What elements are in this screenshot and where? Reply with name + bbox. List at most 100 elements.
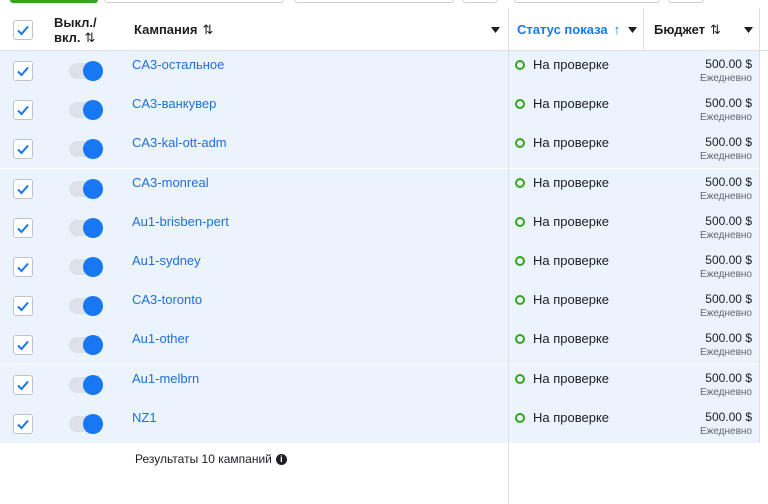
- row-checkbox[interactable]: [13, 179, 33, 199]
- toolbar-control-fragment[interactable]: [462, 0, 498, 3]
- campaigns-table: Выкл./ вкл. ⇅ Кампания ⇅ Статус показа ↑…: [0, 8, 768, 504]
- row-checkbox[interactable]: [13, 414, 33, 434]
- sort-icon: ⇅: [84, 29, 96, 45]
- table-row[interactable]: CA3-monreal На проверке 500.00 $ Ежеднев…: [0, 169, 768, 208]
- campaign-name-link[interactable]: Au1-brisben-pert: [132, 214, 229, 229]
- toggle-column-label-2: вкл.: [54, 29, 81, 45]
- row-checkbox[interactable]: [13, 218, 33, 238]
- table-row[interactable]: CA3-kal-ott-adm На проверке 500.00 $ Еже…: [0, 129, 768, 168]
- delivery-status: На проверке: [515, 135, 609, 150]
- budget-cell[interactable]: 500.00 $ Ежедневно: [700, 371, 752, 398]
- status-dot-icon: [515, 412, 525, 423]
- status-dot-icon: [515, 59, 525, 70]
- campaign-name-link[interactable]: Au1-other: [132, 331, 189, 346]
- budget-period: Ежедневно: [699, 112, 752, 123]
- budget-period: Ежедневно: [699, 308, 752, 319]
- status-column-header[interactable]: Статус показа ↑: [517, 8, 620, 51]
- check-icon: [17, 105, 29, 116]
- budget-column-label: Бюджет: [654, 22, 705, 37]
- caret-down-icon: [628, 26, 637, 33]
- table-row[interactable]: Au1-other На проверке 500.00 $ Ежедневно: [0, 325, 768, 364]
- campaign-name-link[interactable]: CA3-kal-ott-adm: [132, 135, 227, 150]
- toggle-knob: [83, 375, 103, 395]
- campaign-name-link[interactable]: CA3-monreal: [132, 175, 209, 190]
- budget-cell[interactable]: 500.00 $ Ежедневно: [700, 331, 752, 358]
- toggle-knob: [83, 296, 103, 316]
- table-row[interactable]: Au1-melbrn На проверке 500.00 $ Ежедневн…: [0, 365, 768, 404]
- budget-period: Ежедневно: [699, 73, 752, 84]
- budget-cell[interactable]: 500.00 $ Ежедневно: [700, 410, 752, 437]
- row-checkbox[interactable]: [13, 100, 33, 120]
- column-divider: [643, 8, 644, 51]
- budget-period: Ежедневно: [699, 426, 752, 437]
- status-column-menu[interactable]: [628, 8, 637, 51]
- campaign-name-link[interactable]: CA3-остальное: [132, 57, 224, 72]
- campaign-toggle[interactable]: [69, 139, 103, 159]
- budget-cell[interactable]: 500.00 $ Ежедневно: [700, 57, 752, 84]
- budget-column-menu[interactable]: [744, 8, 753, 51]
- select-all-checkbox[interactable]: [13, 19, 33, 40]
- toolbar-control-fragment[interactable]: [514, 0, 660, 3]
- row-checkbox[interactable]: [13, 61, 33, 81]
- budget-period: Ежедневно: [699, 347, 752, 358]
- budget-period: Ежедневно: [699, 191, 752, 202]
- toolbar-control-fragment[interactable]: [294, 0, 454, 3]
- row-checkbox[interactable]: [13, 335, 33, 355]
- campaign-column-header[interactable]: Кампания ⇅: [134, 8, 213, 51]
- campaign-toggle[interactable]: [69, 179, 103, 199]
- toolbar-fragment: [0, 0, 768, 4]
- campaign-toggle[interactable]: [69, 257, 103, 277]
- budget-cell[interactable]: 500.00 $ Ежедневно: [700, 135, 752, 162]
- create-button-fragment[interactable]: [10, 0, 98, 3]
- budget-period: Ежедневно: [699, 151, 752, 162]
- status-dot-icon: [515, 177, 525, 188]
- budget-cell[interactable]: 500.00 $ Ежедневно: [700, 253, 752, 280]
- row-checkbox[interactable]: [13, 375, 33, 395]
- select-all-cell: [13, 8, 33, 51]
- column-divider: [759, 8, 760, 443]
- row-checkbox[interactable]: [13, 257, 33, 277]
- budget-cell[interactable]: 500.00 $ Ежедневно: [700, 292, 752, 319]
- campaign-toggle[interactable]: [69, 218, 103, 238]
- campaign-name-link[interactable]: CA3-toronto: [132, 292, 202, 307]
- campaign-toggle[interactable]: [69, 414, 103, 434]
- delivery-status: На проверке: [515, 410, 609, 425]
- campaign-toggle[interactable]: [69, 335, 103, 355]
- budget-cell[interactable]: 500.00 $ Ежедневно: [700, 96, 752, 123]
- campaign-toggle[interactable]: [69, 375, 103, 395]
- campaign-toggle[interactable]: [69, 100, 103, 120]
- campaign-name-link[interactable]: CA3-ванкувер: [132, 96, 216, 111]
- table-row[interactable]: CA3-ванкувер На проверке 500.00 $ Ежедне…: [0, 90, 768, 129]
- toggle-knob: [83, 257, 103, 277]
- info-icon[interactable]: i: [275, 453, 287, 465]
- table-row[interactable]: CA3-остальное На проверке 500.00 $ Ежедн…: [0, 51, 768, 90]
- campaign-toggle[interactable]: [69, 61, 103, 81]
- row-checkbox[interactable]: [13, 139, 33, 159]
- row-checkbox[interactable]: [13, 296, 33, 316]
- table-row[interactable]: NZ1 На проверке 500.00 $ Ежедневно: [0, 404, 768, 443]
- campaign-name-link[interactable]: Au1-melbrn: [132, 371, 199, 386]
- toolbar-control-fragment[interactable]: [668, 0, 704, 3]
- status-text: На проверке: [533, 214, 610, 229]
- campaign-name-link[interactable]: NZ1: [132, 410, 157, 425]
- status-column-label: Статус показа: [517, 22, 608, 37]
- budget-cell[interactable]: 500.00 $ Ежедневно: [700, 214, 752, 241]
- campaign-toggle[interactable]: [69, 296, 103, 316]
- delivery-status: На проверке: [515, 331, 609, 346]
- budget-column-header[interactable]: Бюджет ⇅: [654, 8, 721, 51]
- status-dot-icon: [515, 294, 525, 305]
- toggle-column-label: Выкл./: [54, 14, 97, 30]
- status-text: На проверке: [533, 96, 610, 111]
- delivery-status: На проверке: [515, 175, 609, 190]
- toggle-knob: [83, 414, 103, 434]
- table-row[interactable]: Au1-sydney На проверке 500.00 $ Ежедневн…: [0, 247, 768, 286]
- caret-down-icon: [491, 26, 500, 33]
- campaign-column-menu[interactable]: [491, 8, 500, 51]
- budget-cell[interactable]: 500.00 $ Ежедневно: [700, 175, 752, 202]
- campaign-name-link[interactable]: Au1-sydney: [132, 253, 201, 268]
- status-text: На проверке: [533, 410, 610, 425]
- toggle-column-header[interactable]: Выкл./ вкл. ⇅: [54, 8, 104, 51]
- table-row[interactable]: CA3-toronto На проверке 500.00 $ Ежеднев…: [0, 286, 768, 325]
- table-row[interactable]: Au1-brisben-pert На проверке 500.00 $ Еж…: [0, 208, 768, 247]
- toolbar-control-fragment[interactable]: [104, 0, 284, 3]
